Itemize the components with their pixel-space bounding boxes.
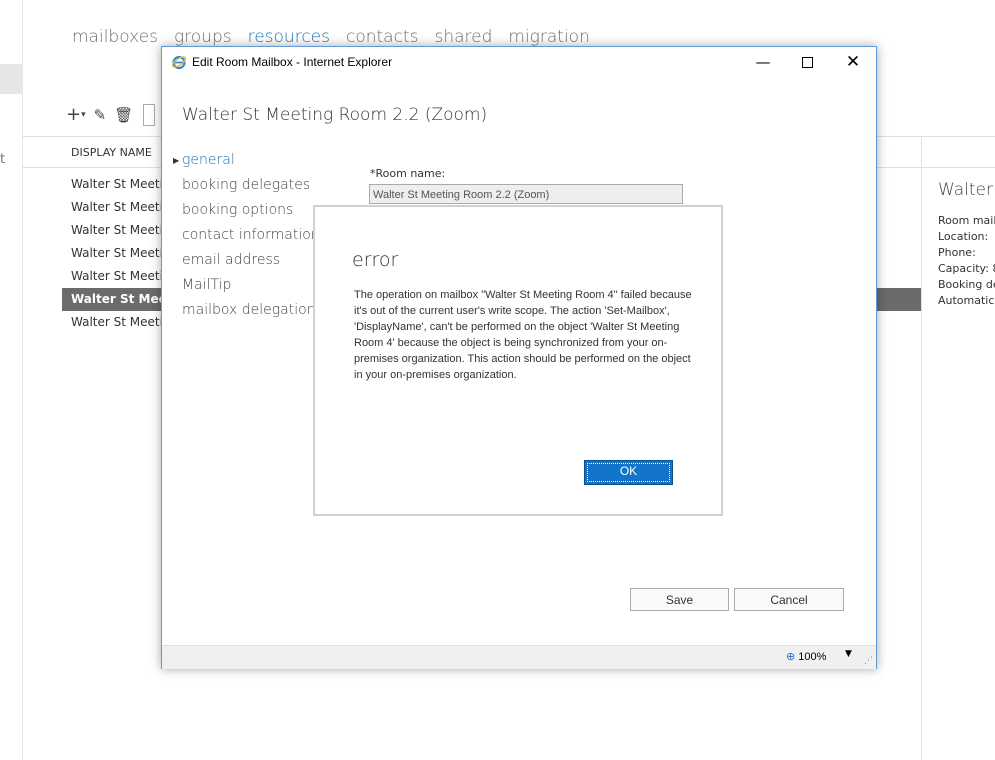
nav-item-mailbox-delegation[interactable]: mailbox delegation [182,298,320,323]
tab-mailboxes[interactable]: mailboxes [72,27,158,47]
focus-ring [587,463,670,482]
selected-arrow-icon: ▶ [173,156,180,165]
detail-title: Walter S [938,180,995,200]
window-title: Edit Room Mailbox - Internet Explorer [192,55,393,69]
display-name-column-header[interactable]: DISPLAY NAME [71,146,152,159]
room-name-label: *Room name: [370,167,446,180]
minimize-icon: — [755,53,771,71]
page-title: Walter St Meeting Room 2.2 (Zoom) [182,105,488,125]
resize-grip-icon[interactable]: ⋰ [864,656,873,666]
tab-groups[interactable]: groups [174,27,232,47]
detail-pane-header [922,136,995,168]
detail-pane: Walter S Room mail Location: Phone: Capa… [938,180,995,309]
view-dropdown[interactable] [143,104,156,126]
zoom-magnifier-icon: ⊕ [786,651,796,663]
zoom-level: 100% [798,651,827,663]
left-navigation-rail: t [0,0,23,760]
cancel-button[interactable]: Cancel [734,588,844,611]
internet-explorer-icon [171,55,187,70]
maximize-button[interactable] [784,47,830,77]
detail-line: Booking de [938,278,995,291]
dialog-side-navigation: ▶ general booking delegates booking opti… [173,148,320,323]
window-titlebar[interactable]: Edit Room Mailbox - Internet Explorer — … [162,47,876,77]
tab-resources[interactable]: resources [248,27,330,47]
tab-contacts[interactable]: contacts [346,27,418,47]
nav-item-contact-information[interactable]: contact information [182,223,320,248]
room-name-field[interactable]: Walter St Meeting Room 2.2 (Zoom) [369,184,683,204]
nav-item-booking-delegates[interactable]: booking delegates [182,173,320,198]
add-icon[interactable]: +▾ [66,105,86,125]
close-button[interactable]: ✕ [830,47,876,77]
error-dialog: error The operation on mailbox "Walter S… [313,205,723,516]
detail-line: Location: [938,230,989,243]
left-rail-text-fragment: t [0,152,6,167]
left-rail-selected-item[interactable] [0,64,22,94]
zoom-control[interactable]: ⊕ 100% [786,650,826,663]
tab-shared[interactable]: shared [434,27,492,47]
tab-migration[interactable]: migration [508,27,589,47]
detail-line: Capacity: 8 [938,262,995,275]
error-title: error [352,249,399,271]
ie-status-bar: ⊕ 100% ▼ ⋰ [162,645,876,669]
detail-pane-divider [921,136,922,760]
minimize-button[interactable]: — [740,47,786,77]
error-message: The operation on mailbox "Walter St Meet… [354,289,692,381]
delete-trash-icon[interactable]: 🗑 [114,105,133,125]
nav-item-label: general [182,152,235,168]
list-toolbar: +▾ ✎ 🗑 [66,104,156,126]
detail-line: Automatic [938,294,995,307]
close-icon: ✕ [845,52,861,72]
detail-line: Room mail [938,214,995,227]
nav-item-general[interactable]: ▶ general [173,148,320,173]
nav-item-booking-options[interactable]: booking options [182,198,320,223]
zoom-dropdown-icon[interactable]: ▼ [845,649,852,659]
edit-pencil-icon[interactable]: ✎ [94,105,107,125]
nav-item-email-address[interactable]: email address [182,248,320,273]
maximize-icon [801,57,813,68]
detail-line: Phone: [938,246,976,259]
top-navigation-tabs: mailboxes groups resources contacts shar… [72,27,606,47]
save-button[interactable]: Save [630,588,729,611]
nav-item-mailtip[interactable]: MailTip [182,273,320,298]
ok-button[interactable]: OK [584,460,673,485]
